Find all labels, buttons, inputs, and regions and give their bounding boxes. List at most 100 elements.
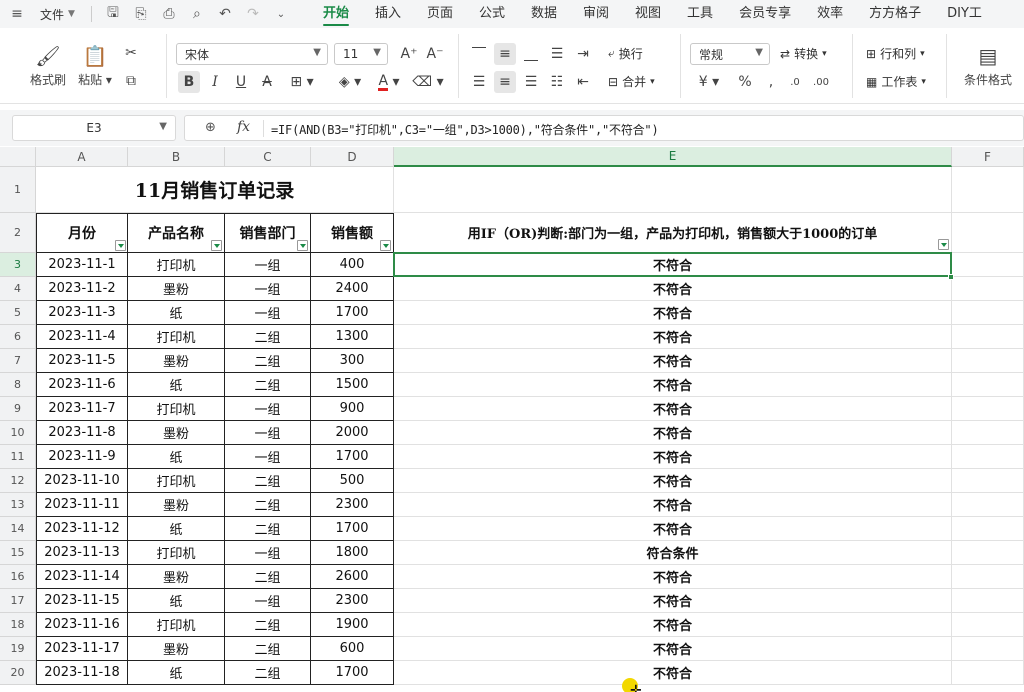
result-cell[interactable]: 符合条件 — [394, 541, 952, 565]
font-color-icon[interactable]: A ▾ — [372, 71, 406, 93]
row-header[interactable]: 7 — [0, 349, 36, 373]
table-header-cell[interactable]: 销售部门 — [225, 213, 311, 253]
table-cell[interactable]: 400 — [311, 253, 394, 277]
empty-cell[interactable] — [952, 493, 1024, 517]
italic-button[interactable]: I — [204, 71, 226, 93]
tab-formula[interactable]: 公式 — [466, 0, 518, 28]
result-cell[interactable]: 不符合 — [394, 565, 952, 589]
table-cell[interactable]: 300 — [311, 349, 394, 373]
tab-insert[interactable]: 插入 — [362, 0, 414, 28]
table-cell[interactable]: 纸 — [128, 301, 225, 325]
align-bottom-icon[interactable]: ⎽ — [520, 43, 542, 65]
number-format-select[interactable]: 常规 ▼ — [690, 43, 770, 65]
tab-view[interactable]: 视图 — [622, 0, 674, 28]
table-cell[interactable]: 纸 — [128, 661, 225, 685]
empty-cell[interactable] — [952, 397, 1024, 421]
convert-button[interactable]: ⇄ 转换 ▾ — [780, 45, 827, 62]
cut-icon[interactable]: ✂ — [120, 42, 142, 64]
column-header-f[interactable]: F — [952, 147, 1024, 167]
table-cell[interactable]: 打印机 — [128, 469, 225, 493]
table-cell[interactable]: 2400 — [311, 277, 394, 301]
table-cell[interactable]: 2023-11-15 — [36, 589, 128, 613]
table-cell[interactable]: 2023-11-17 — [36, 637, 128, 661]
currency-icon[interactable]: ¥ ▾ — [694, 71, 724, 93]
result-cell[interactable]: 不符合 — [394, 613, 952, 637]
font-name-select[interactable]: 宋体 ▼ — [176, 43, 328, 65]
empty-cell[interactable] — [394, 167, 952, 213]
tab-efficiency[interactable]: 效率 — [804, 0, 856, 28]
align-right-icon[interactable]: ☰ — [520, 71, 542, 93]
underline-button[interactable]: U — [230, 71, 252, 93]
print-preview-icon[interactable]: ⌕ — [186, 3, 208, 25]
table-cell[interactable]: 二组 — [225, 661, 311, 685]
merge-button[interactable]: ⊟ 合并 ▾ — [608, 73, 655, 90]
filter-dropdown-icon[interactable] — [380, 240, 391, 251]
clear-format-icon[interactable]: ⌫ ▾ — [410, 71, 446, 93]
table-header-cell[interactable]: 月份 — [36, 213, 128, 253]
column-header-a[interactable]: A — [36, 147, 128, 167]
wrap-text-button[interactable]: ⤶ 换行 — [608, 45, 643, 62]
result-cell[interactable]: 不符合 — [394, 349, 952, 373]
row-header[interactable]: 20 — [0, 661, 36, 685]
row-header[interactable]: 12 — [0, 469, 36, 493]
table-cell[interactable]: 二组 — [225, 325, 311, 349]
table-cell[interactable]: 墨粉 — [128, 493, 225, 517]
empty-cell[interactable] — [952, 167, 1024, 213]
tab-review[interactable]: 审阅 — [570, 0, 622, 28]
tab-home[interactable]: 开始 — [310, 0, 362, 28]
fill-handle[interactable] — [948, 274, 954, 280]
empty-cell[interactable] — [952, 541, 1024, 565]
empty-cell[interactable] — [952, 565, 1024, 589]
row-header[interactable]: 14 — [0, 517, 36, 541]
filter-dropdown-icon[interactable] — [115, 240, 126, 251]
table-cell[interactable]: 2023-11-2 — [36, 277, 128, 301]
table-cell[interactable]: 2023-11-3 — [36, 301, 128, 325]
row-header[interactable]: 4 — [0, 277, 36, 301]
result-cell[interactable]: 不符合 — [394, 589, 952, 613]
filter-dropdown-icon[interactable] — [297, 240, 308, 251]
table-cell[interactable]: 一组 — [225, 253, 311, 277]
undo-icon[interactable]: ↶ — [214, 3, 236, 25]
hamburger-menu-icon[interactable]: ≡ — [6, 3, 28, 25]
increase-font-icon[interactable]: A⁺ — [398, 43, 420, 65]
table-cell[interactable]: 墨粉 — [128, 349, 225, 373]
empty-cell[interactable] — [952, 613, 1024, 637]
table-cell[interactable]: 2023-11-6 — [36, 373, 128, 397]
select-all-corner[interactable] — [0, 147, 36, 167]
outdent-icon[interactable]: ⇤ — [572, 71, 594, 93]
column-header-b[interactable]: B — [128, 147, 225, 167]
column-header-e[interactable]: E — [394, 147, 952, 167]
empty-cell[interactable] — [952, 213, 1024, 253]
row-header[interactable]: 2 — [0, 213, 36, 253]
row-header[interactable]: 6 — [0, 325, 36, 349]
table-cell[interactable]: 2300 — [311, 493, 394, 517]
result-cell[interactable]: 不符合 — [394, 373, 952, 397]
print-icon[interactable]: ⎙ — [158, 3, 180, 25]
table-cell[interactable]: 500 — [311, 469, 394, 493]
table-cell[interactable]: 打印机 — [128, 397, 225, 421]
strikethrough-button[interactable]: A — [256, 71, 278, 93]
table-cell[interactable]: 2023-11-4 — [36, 325, 128, 349]
border-icon[interactable]: ⊞ ▾ — [282, 71, 322, 93]
table-cell[interactable]: 600 — [311, 637, 394, 661]
increase-decimal-icon[interactable]: .00 — [810, 71, 832, 93]
copy-icon[interactable]: ⧉ — [120, 70, 142, 92]
empty-cell[interactable] — [952, 517, 1024, 541]
table-cell[interactable]: 纸 — [128, 589, 225, 613]
table-cell[interactable]: 一组 — [225, 277, 311, 301]
row-header[interactable]: 13 — [0, 493, 36, 517]
result-cell[interactable]: 不符合 — [394, 301, 952, 325]
result-cell[interactable]: 不符合 — [394, 493, 952, 517]
distribute-icon[interactable]: ☷ — [546, 71, 568, 93]
tab-tools[interactable]: 工具 — [674, 0, 726, 28]
indent-icon[interactable]: ⇥ — [572, 43, 594, 65]
sheet-title[interactable]: 11月销售订单记录 — [36, 167, 394, 213]
table-cell[interactable]: 二组 — [225, 517, 311, 541]
table-header-cell[interactable]: 用IF（OR)判断:部门为一组，产品为打印机，销售额大于1000的订单 — [394, 213, 952, 253]
filter-dropdown-icon[interactable] — [211, 240, 222, 251]
table-cell[interactable]: 打印机 — [128, 325, 225, 349]
tab-page[interactable]: 页面 — [414, 0, 466, 28]
empty-cell[interactable] — [952, 325, 1024, 349]
table-cell[interactable]: 一组 — [225, 301, 311, 325]
row-header[interactable]: 8 — [0, 373, 36, 397]
